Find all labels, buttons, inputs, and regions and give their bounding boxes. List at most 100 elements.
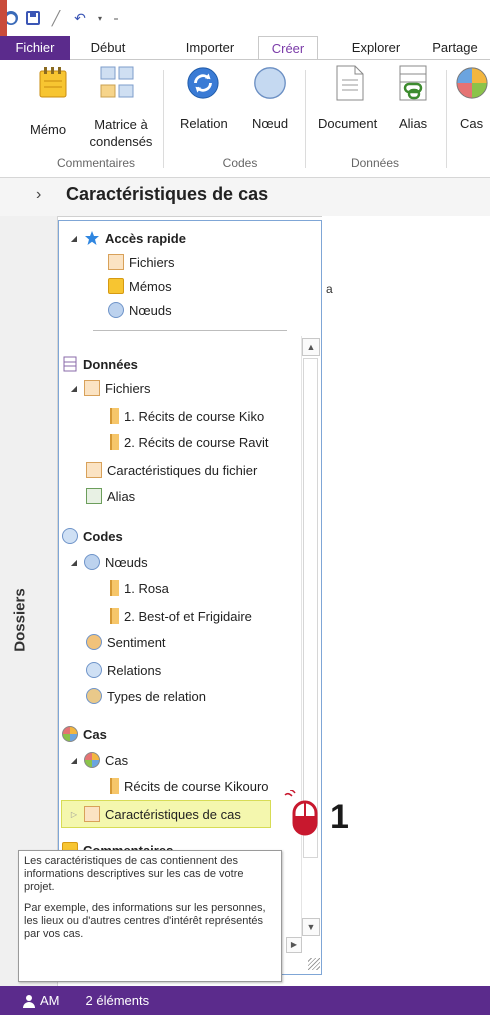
scroll-up-icon[interactable]: ▲ — [302, 338, 320, 356]
tooltip: Les caractéristiques de cas contiennent … — [18, 850, 282, 982]
tab-fichier[interactable]: Fichier — [0, 36, 70, 60]
star-icon — [84, 230, 100, 246]
user-initials[interactable]: AM — [40, 993, 60, 1008]
tree-node-1[interactable]: 1. Rosa — [110, 578, 169, 598]
folders-vertical-label[interactable]: Dossiers — [12, 588, 29, 651]
collapse-arrow-icon[interactable]: ◢ — [68, 384, 80, 393]
background-text-fragment: a — [326, 282, 333, 296]
memo-label: Mémo — [30, 122, 67, 137]
expand-chevron-icon[interactable]: › — [36, 186, 41, 204]
memo-label-wrap: Mémo — [30, 106, 66, 138]
status-bar: AM 2 éléments — [0, 986, 490, 1015]
tree-label: Fichiers — [105, 380, 151, 396]
data-cabinet-icon — [62, 356, 78, 372]
tree-file-2[interactable]: 2. Récits de course Ravit — [110, 432, 269, 452]
tree-case-characteristics[interactable]: ▷ Caractéristiques de cas — [68, 804, 241, 824]
matrix-button[interactable] — [100, 66, 134, 100]
document-button[interactable] — [333, 65, 367, 101]
tree-case-item[interactable]: Récits de course Kikouro — [110, 776, 290, 796]
tree-data[interactable]: Données — [62, 354, 138, 374]
tree-label: Codes — [83, 528, 123, 544]
tab-importer[interactable]: Importer — [172, 36, 248, 60]
tree-codes[interactable]: Codes — [62, 526, 123, 546]
step-number: 1 — [330, 798, 349, 836]
tree-label: Cas — [83, 726, 107, 742]
pencil-icon[interactable]: ╱ — [48, 10, 64, 26]
group-donnees: Données — [350, 156, 400, 170]
folder-icon — [110, 408, 119, 424]
tree-cases-folder[interactable]: ◢ Cas — [68, 750, 128, 770]
tooltip-paragraph: Par exemple, des informations sur les pe… — [24, 902, 266, 940]
tree-file-1[interactable]: 1. Récits de course Kiko — [110, 406, 264, 426]
tab-explorer[interactable]: Explorer — [338, 36, 414, 60]
folder-icon — [110, 580, 119, 596]
memo-icon — [36, 66, 70, 100]
ribbon-separator — [446, 70, 447, 168]
page-title: Caractéristiques de cas — [66, 184, 269, 204]
node-button[interactable] — [253, 66, 287, 100]
matrix-label: Matrice à condensés — [89, 117, 153, 149]
relations-icon — [86, 662, 102, 678]
ribbon-separator — [305, 70, 306, 168]
tree-label: Alias — [107, 488, 136, 504]
customize-toolbar-icon[interactable]: ₌ — [112, 10, 120, 26]
memo-button[interactable] — [36, 66, 70, 100]
file-classification-icon — [86, 462, 102, 478]
node-icon — [253, 66, 287, 100]
tree-label: Caractéristiques de cas — [105, 806, 241, 822]
collapse-arrow-icon[interactable]: ◢ — [68, 558, 80, 567]
quick-access-toolbar: ⬤ ╱ ↶ ▾ ₌ — [0, 0, 490, 36]
mouse-click-icon — [284, 789, 324, 839]
tab-creer[interactable]: Créer — [258, 36, 318, 60]
user-icon — [22, 994, 36, 1008]
undo-icon[interactable]: ↶ — [72, 10, 88, 26]
tree-data-files[interactable]: ◢ Fichiers — [68, 378, 151, 398]
matrix-icon — [100, 66, 134, 100]
ribbon-tabs: Fichier Début Importer Créer Explorer Pa… — [0, 36, 490, 60]
relation-button[interactable] — [186, 66, 220, 100]
alias-button[interactable] — [396, 65, 430, 101]
alias-label: Alias — [399, 116, 428, 131]
case-icon — [84, 752, 100, 768]
group-commentaires: Commentaires — [56, 156, 136, 170]
tree-file-characteristics[interactable]: Caractéristiques du fichier — [86, 460, 257, 480]
tab-partage[interactable]: Partage — [420, 36, 490, 60]
tree-label: Nœuds — [105, 554, 148, 570]
files-icon — [108, 254, 124, 270]
undo-dropdown-icon[interactable]: ▾ — [96, 10, 104, 26]
files-icon — [84, 380, 100, 396]
folder-icon — [110, 778, 119, 794]
tree-quick-memos[interactable]: Mémos — [108, 276, 172, 296]
tree-quick-files[interactable]: Fichiers — [108, 252, 175, 272]
relation-label: Relation — [180, 116, 228, 131]
codes-icon — [62, 528, 78, 544]
tree-sentiment[interactable]: Sentiment — [86, 632, 166, 652]
tree-relations[interactable]: Relations — [86, 660, 161, 680]
tree-relation-types[interactable]: Types de relation — [86, 686, 206, 706]
scroll-thumb[interactable] — [303, 358, 318, 858]
collapse-arrow-icon[interactable]: ◢ — [68, 234, 80, 243]
node-icon — [108, 302, 124, 318]
scroll-down-icon[interactable]: ▼ — [302, 918, 320, 936]
tree-label: Données — [83, 356, 138, 372]
tree-label: Relations — [107, 662, 162, 678]
scroll-right-icon[interactable]: ▶ — [286, 937, 302, 953]
alias-icon — [86, 488, 102, 504]
tree-quick-nodes[interactable]: Nœuds — [108, 300, 172, 320]
resize-grip-icon[interactable] — [308, 958, 320, 970]
tree-cases[interactable]: Cas — [62, 724, 107, 744]
tree-nodes[interactable]: ◢ Nœuds — [68, 552, 148, 572]
tree-quick-access[interactable]: ◢ Accès rapide — [68, 228, 186, 248]
expand-arrow-icon[interactable]: ▷ — [68, 810, 80, 819]
collapse-arrow-icon[interactable]: ◢ — [68, 756, 80, 765]
tree-label: Cas — [105, 752, 129, 768]
tree-label: Accès rapide — [105, 230, 186, 246]
tab-debut[interactable]: Début — [78, 36, 138, 60]
tree-node-2[interactable]: 2. Best-of et Frigidaire — [110, 606, 252, 626]
folder-icon — [110, 434, 119, 450]
save-icon[interactable] — [26, 11, 40, 25]
case-button[interactable] — [455, 66, 489, 100]
tree-alias[interactable]: Alias — [86, 486, 135, 506]
tree-label: 1. Récits de course Kiko — [124, 408, 265, 424]
alias-icon — [396, 65, 430, 101]
